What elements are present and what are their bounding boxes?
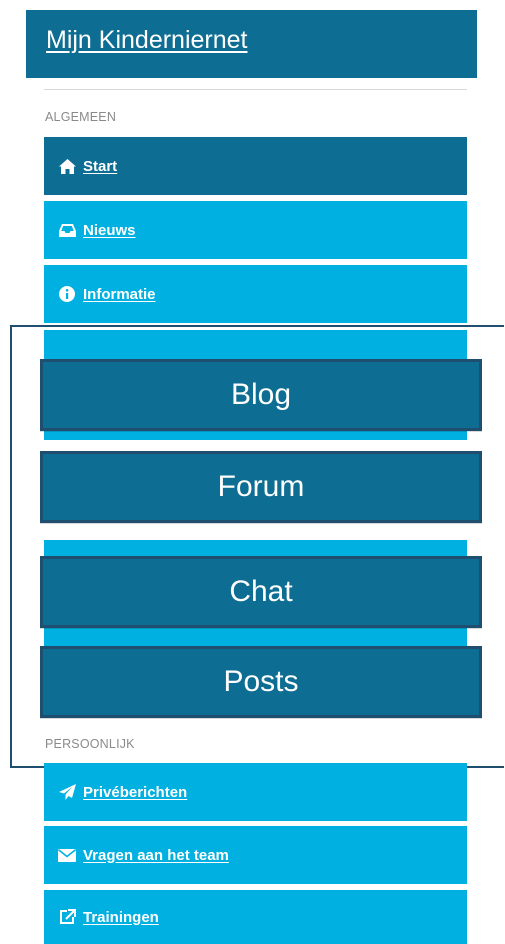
external-link-icon bbox=[57, 908, 77, 926]
envelope-icon bbox=[57, 846, 77, 864]
nav-item-vragen[interactable]: Vragen aan het team bbox=[44, 826, 467, 884]
site-header: Mijn Kinderniernet bbox=[26, 10, 477, 78]
callout-posts: Posts bbox=[40, 646, 482, 718]
callout-blog: Blog bbox=[40, 359, 482, 431]
inbox-icon bbox=[57, 221, 77, 239]
nav-item-start[interactable]: Start bbox=[44, 137, 467, 195]
info-circle-icon bbox=[57, 285, 77, 303]
callout-forum: Forum bbox=[40, 451, 482, 523]
callout-chat: Chat bbox=[40, 556, 482, 628]
nav-item-nieuws[interactable]: Nieuws bbox=[44, 201, 467, 259]
divider bbox=[44, 89, 467, 90]
nav-item-informatie[interactable]: Informatie bbox=[44, 265, 467, 323]
section-label-persoonlijk: PERSOONLIJK bbox=[45, 737, 135, 751]
nav-item-label: Vragen aan het team bbox=[83, 846, 229, 864]
nav-item-label: Start bbox=[83, 157, 118, 175]
site-title-link[interactable]: Mijn Kinderniernet bbox=[46, 26, 248, 54]
nav-item-trainingen[interactable]: Trainingen bbox=[44, 890, 467, 944]
nav-item-label: Informatie bbox=[83, 285, 156, 303]
nav-item-priveberichten[interactable]: Privéberichten bbox=[44, 763, 467, 821]
home-icon bbox=[57, 157, 77, 175]
nav-item-label: Privéberichten bbox=[83, 783, 188, 801]
paper-plane-icon bbox=[57, 783, 77, 801]
nav-item-label: Trainingen bbox=[83, 908, 159, 926]
section-label-algemeen: ALGEMEEN bbox=[45, 110, 117, 124]
nav-item-label: Nieuws bbox=[83, 221, 136, 239]
